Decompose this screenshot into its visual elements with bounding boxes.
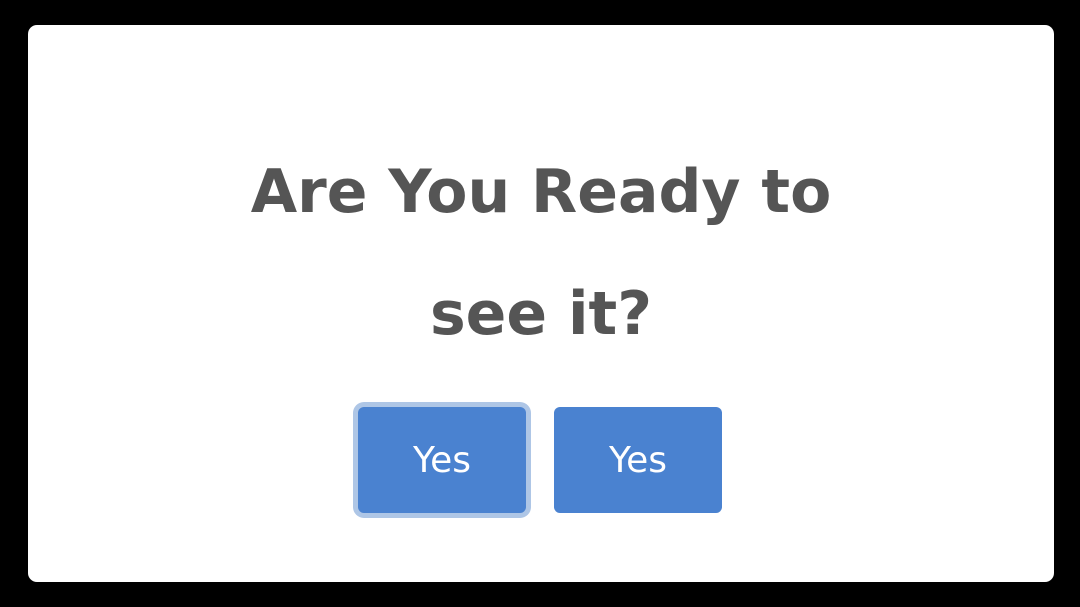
dialog-title-line-1: Are You Ready to <box>250 157 832 227</box>
dialog-title: Are You Ready to see it? <box>28 131 1054 375</box>
dialog-title-line-2: see it? <box>429 279 653 349</box>
yes-button[interactable]: Yes <box>554 407 722 513</box>
confirm-dialog: Are You Ready to see it? Yes Yes <box>28 25 1054 582</box>
yes-button-focused[interactable]: Yes <box>358 407 526 513</box>
